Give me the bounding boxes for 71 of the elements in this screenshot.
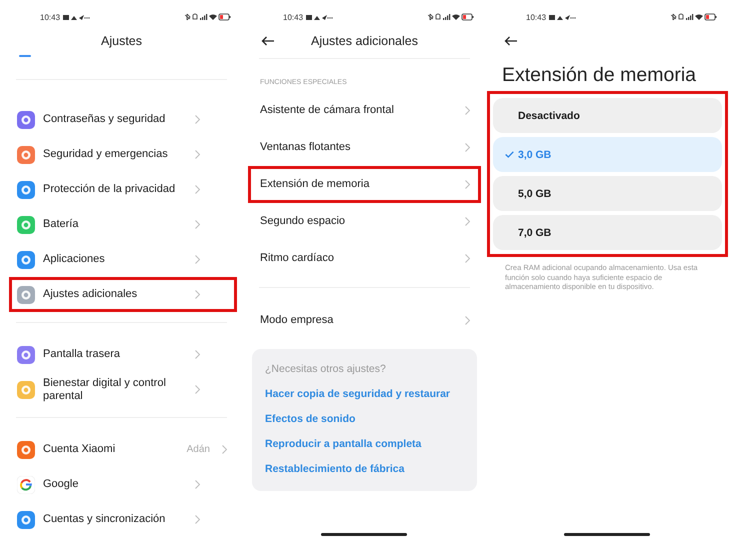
settings-item[interactable]: Ventanas flotantes: [243, 129, 486, 166]
chevron-right-icon: [465, 143, 470, 152]
chevron-right-icon: [195, 185, 200, 194]
back-arrow-icon[interactable]: [504, 36, 518, 46]
item-label: Segundo espacio: [260, 215, 346, 228]
system-status-icons: [428, 13, 474, 21]
item-label: Ritmo cardíaco: [260, 252, 335, 265]
chevron-right-icon: [222, 445, 227, 454]
chevron-right-icon: [195, 150, 200, 159]
check-icon: [505, 151, 514, 158]
chevron-right-icon: [195, 220, 200, 229]
option-item[interactable]: Desactivado: [493, 98, 722, 133]
settings-item[interactable]: Google: [0, 467, 243, 502]
settings-item[interactable]: Ajustes adicionales: [9, 277, 237, 312]
item-label: Google: [43, 478, 80, 491]
item-label: Cuenta Xiaomi: [43, 443, 116, 456]
chevron-right-icon: [195, 480, 200, 489]
page-title: Extensión de memoria: [501, 63, 698, 88]
settings-item[interactable]: Modo empresa: [243, 302, 486, 339]
notification-icons: [549, 14, 578, 20]
chevron-right-icon: [195, 290, 200, 299]
option-item[interactable]: 7,0 GB: [493, 215, 722, 250]
item-label: Protección de la privacidad: [43, 183, 176, 196]
settings-item[interactable]: Seguridad y emergencias: [0, 137, 243, 172]
screen-title: Ajustes adicionales: [310, 34, 418, 48]
chevron-right-icon: [465, 180, 470, 189]
notification-icons: [306, 14, 334, 20]
settings-item[interactable]: Cuenta Xiaomi Adán: [0, 432, 243, 467]
option-item[interactable]: 5,0 GB: [493, 176, 722, 211]
settings-item[interactable]: Asistente de cámara frontal: [243, 92, 486, 129]
chevron-right-icon: [195, 255, 200, 264]
chevron-right-icon: [465, 254, 470, 263]
settings-item[interactable]: Pantalla trasera: [0, 337, 243, 372]
item-value: Adán: [186, 444, 210, 455]
item-label: Pantalla trasera: [43, 348, 122, 361]
item-label: Bienestar digital y control parental: [43, 376, 167, 402]
item-label: Ventanas flotantes: [260, 141, 352, 154]
chevron-right-icon: [465, 217, 470, 226]
item-label: Seguridad y emergencias: [43, 148, 169, 161]
item-label: Extensión de memoria: [260, 178, 370, 191]
settings-item[interactable]: Cuentas y sincronización: [0, 502, 243, 537]
settings-item[interactable]: Ritmo cardíaco: [243, 240, 486, 277]
chevron-right-icon: [195, 515, 200, 524]
system-status-icons: [185, 13, 231, 21]
chevron-right-icon: [195, 350, 200, 359]
item-label: Ajustes adicionales: [43, 288, 138, 301]
settings-item[interactable]: Bienestar digital y control parental: [0, 372, 243, 407]
chevron-right-icon: [465, 106, 470, 115]
item-label: Modo empresa: [260, 314, 334, 327]
item-label: Contraseñas y seguridad: [43, 113, 166, 126]
back-arrow-icon[interactable]: [261, 36, 275, 46]
settings-item[interactable]: Segundo espacio: [243, 203, 486, 240]
chevron-right-icon: [195, 115, 200, 124]
item-label: Cuentas y sincronización: [43, 513, 166, 526]
settings-item[interactable]: Aplicaciones: [0, 242, 243, 277]
notification-icons: [63, 14, 92, 20]
status-time: 10:43: [283, 12, 304, 22]
settings-item[interactable]: Protección de la privacidad: [0, 172, 243, 207]
chevron-right-icon: [195, 385, 200, 394]
item-label: Asistente de cámara frontal: [260, 104, 395, 117]
status-time: 10:43: [40, 12, 60, 22]
screen-title: Ajustes: [101, 34, 142, 48]
settings-item[interactable]: Contraseñas y seguridad: [0, 102, 243, 137]
settings-item[interactable]: Batería: [0, 207, 243, 242]
settings-item[interactable]: Extensión de memoria: [248, 166, 481, 203]
item-label: Aplicaciones: [43, 253, 106, 266]
system-status-icons: [671, 13, 717, 21]
status-time: 10:43: [526, 12, 546, 22]
card-title: ¿Necesitas otros ajustes?: [265, 363, 387, 375]
chevron-right-icon: [465, 316, 470, 325]
item-label: Batería: [43, 218, 80, 231]
